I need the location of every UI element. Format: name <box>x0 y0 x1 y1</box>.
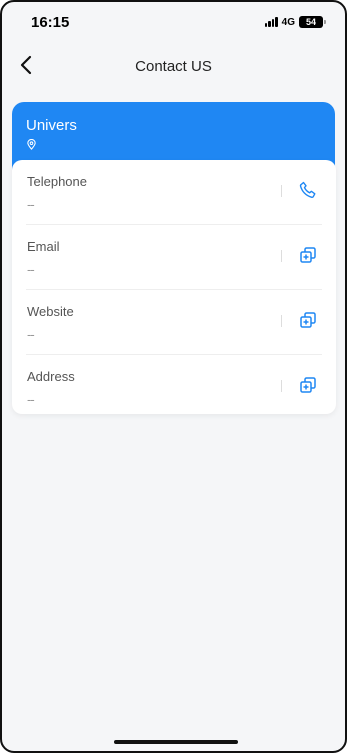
contact-card: Telephone -- Email -- Website -- Address… <box>12 160 336 414</box>
email-value: -- <box>27 262 35 277</box>
contact-row-website: Website -- <box>26 290 322 355</box>
copy-website-icon[interactable] <box>298 310 318 330</box>
status-bar: 16:15 4G 54 <box>2 2 345 42</box>
website-label: Website <box>27 304 74 319</box>
telephone-value: -- <box>27 197 35 212</box>
copy-email-icon[interactable] <box>298 245 318 265</box>
battery-icon: 54 <box>299 16 326 28</box>
network-type: 4G <box>281 16 295 28</box>
status-indicators: 4G 54 <box>264 16 326 28</box>
phone-icon[interactable] <box>298 180 318 200</box>
phone-screen: 16:15 4G 54 Contact US Univers Telephone… <box>0 0 347 753</box>
row-divider <box>281 380 282 392</box>
nav-bar: Contact US <box>2 46 345 86</box>
row-divider <box>281 185 282 197</box>
status-time: 16:15 <box>31 13 70 31</box>
location-pin-icon <box>27 139 36 150</box>
battery-level: 54 <box>305 17 316 27</box>
website-value: -- <box>27 327 35 342</box>
contact-row-email: Email -- <box>26 225 322 290</box>
email-label: Email <box>27 239 60 254</box>
copy-address-icon[interactable] <box>298 375 318 395</box>
home-indicator[interactable] <box>114 740 238 744</box>
company-name: Univers <box>26 117 77 134</box>
contact-row-telephone: Telephone -- <box>26 160 322 225</box>
contact-row-address: Address -- <box>26 355 322 419</box>
back-arrow-icon[interactable] <box>16 54 38 76</box>
page-title: Contact US <box>135 57 212 75</box>
row-divider <box>281 250 282 262</box>
address-value: -- <box>27 392 35 407</box>
row-divider <box>281 315 282 327</box>
signal-icon <box>264 17 278 27</box>
address-label: Address <box>27 369 75 384</box>
telephone-label: Telephone <box>27 174 87 189</box>
